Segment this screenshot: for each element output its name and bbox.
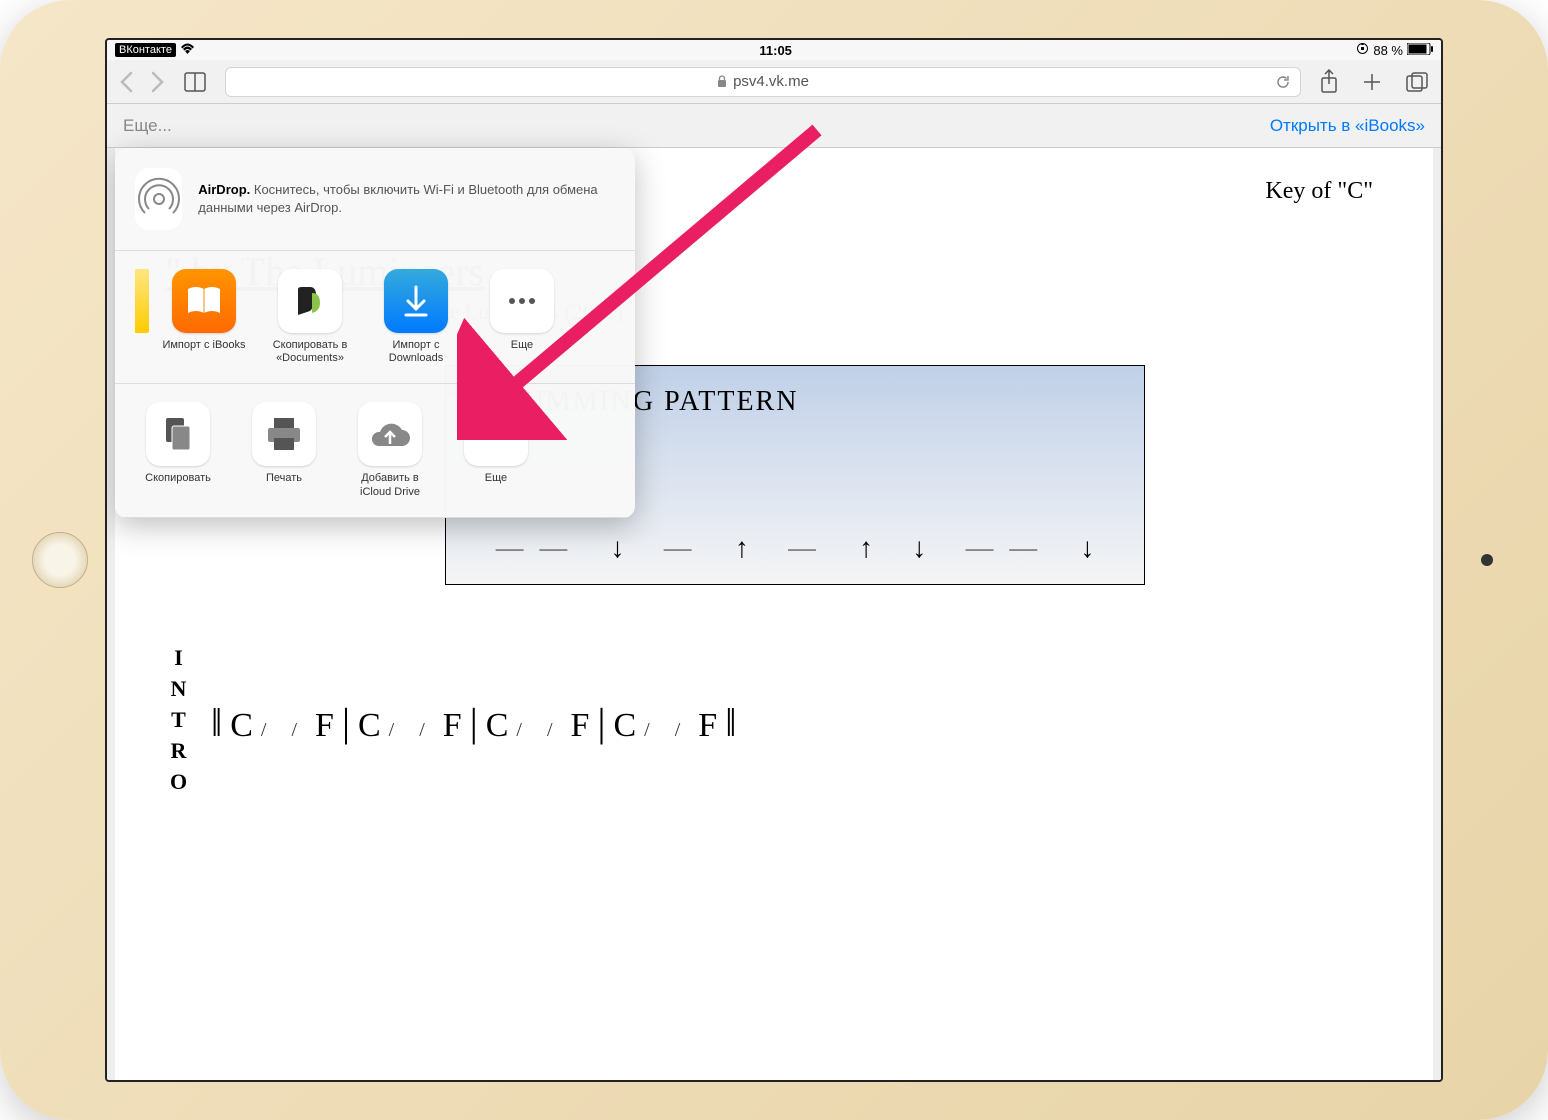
ibooks-icon (172, 269, 236, 333)
documents-icon (278, 269, 342, 333)
screen: ВКонтакте 11:05 88 % (105, 38, 1443, 1082)
lock-icon (717, 75, 727, 88)
action-icloud[interactable]: Добавить в iCloud Drive (347, 402, 433, 498)
action-copy[interactable]: Скопировать (135, 402, 221, 498)
bookmarks-button[interactable] (183, 71, 207, 93)
status-time: 11:05 (759, 43, 792, 58)
action-print[interactable]: Печать (241, 402, 327, 498)
tabs-button[interactable] (1405, 71, 1429, 93)
print-icon (252, 402, 316, 466)
back-button[interactable] (119, 71, 133, 93)
action-more[interactable]: Еще (453, 402, 539, 498)
new-tab-button[interactable] (1361, 71, 1383, 93)
intro-label: INTRO (165, 645, 191, 800)
notes-app-peek[interactable] (135, 269, 149, 333)
more-icon (490, 269, 554, 333)
wifi-icon (180, 43, 195, 58)
front-camera (1481, 554, 1493, 566)
share-documents[interactable]: Скопировать в «Documents» (267, 269, 353, 365)
key-label: Key of "C" (1265, 178, 1373, 205)
open-in-ibooks-button[interactable]: Открыть в «iBooks» (1270, 116, 1425, 136)
airdrop-text: AirDrop. Коснитесь, чтобы включить Wi-Fi… (198, 181, 615, 217)
more-icon (464, 402, 528, 466)
orientation-lock-icon (1356, 42, 1369, 58)
airdrop-icon (135, 168, 182, 230)
chord-progression: ‖ C/ / F| C/ / F| C/ / F| C/ / F‖ (211, 699, 736, 746)
airdrop-section[interactable]: AirDrop. Коснитесь, чтобы включить Wi-Fi… (115, 148, 635, 251)
share-sheet-popover: AirDrop. Коснитесь, чтобы включить Wi-Fi… (115, 148, 635, 518)
browser-toolbar: psv4.vk.me (107, 60, 1441, 104)
more-actions-button[interactable]: Еще... (123, 116, 172, 136)
url-text: psv4.vk.me (733, 73, 809, 90)
reload-button[interactable] (1274, 73, 1292, 91)
forward-button[interactable] (151, 71, 165, 93)
status-bar: ВКонтакте 11:05 88 % (107, 40, 1441, 60)
back-to-app[interactable]: ВКонтакте (115, 43, 176, 57)
share-apps-row: Импорт с iBooks Скопировать в «Documents… (115, 251, 635, 384)
copy-icon (146, 402, 210, 466)
icloud-icon (358, 402, 422, 466)
share-ibooks[interactable]: Импорт с iBooks (161, 269, 247, 365)
share-downloads[interactable]: Импорт с Downloads (373, 269, 459, 365)
url-bar[interactable]: psv4.vk.me (225, 67, 1301, 97)
document-action-bar: Еще... Открыть в «iBooks» (107, 104, 1441, 148)
downloads-icon (384, 269, 448, 333)
battery-percent: 88 % (1373, 43, 1403, 58)
ipad-device-frame: ВКонтакте 11:05 88 % (0, 0, 1548, 1120)
share-more-apps[interactable]: Еще (479, 269, 565, 365)
share-actions-row: Скопировать Печать Добавить в iCloud Dri… (115, 384, 635, 517)
strumming-arrows: — —↓—↑—↑↓— —↓ (476, 532, 1114, 564)
battery-icon (1407, 43, 1433, 58)
home-button[interactable] (32, 532, 88, 588)
share-button[interactable] (1319, 69, 1339, 95)
